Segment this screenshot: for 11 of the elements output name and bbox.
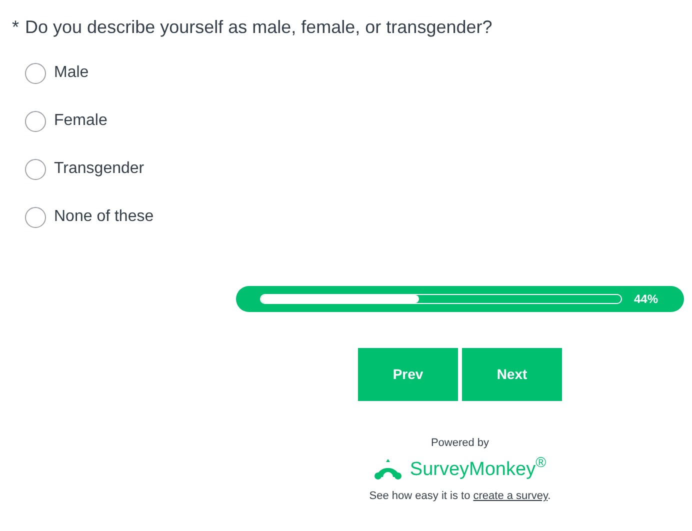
radio-option[interactable]: None of these (25, 205, 692, 229)
footer-sentence: See how easy it is to create a survey. (369, 489, 551, 504)
progress-percent: 44% (634, 291, 658, 308)
radio-option[interactable]: Male (25, 61, 692, 85)
radio-option[interactable]: Transgender (25, 157, 692, 181)
required-mark: * (12, 16, 20, 39)
radio-option[interactable]: Female (25, 109, 692, 133)
question-text: Do you describe yourself as male, female, or transgender? (25, 16, 492, 39)
logo-text: SurveyMonkey$^{®}$ (410, 456, 546, 482)
powered-by-text: Powered by (430, 436, 490, 451)
create-survey-link[interactable]: create a survey (473, 490, 548, 502)
